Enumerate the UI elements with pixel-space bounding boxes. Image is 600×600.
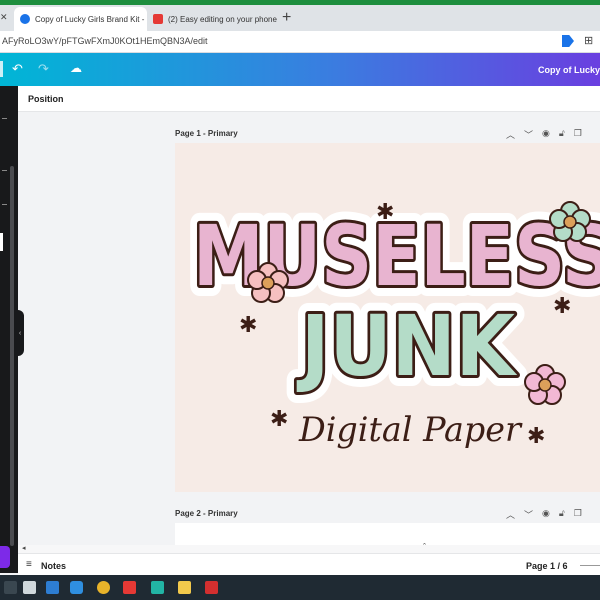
eye-icon[interactable]: ◉ — [542, 128, 550, 141]
store-icon[interactable] — [46, 581, 59, 594]
cloud-saved-icon[interactable]: ☁ — [70, 61, 82, 75]
editor-panel-header: Position — [18, 86, 600, 112]
address-bar[interactable]: AFyRoLO3wY/pFTGwFXmJ0KOt1HEmQBN3A/edit ⊞ — [0, 31, 600, 53]
canva-top-bar: ↶ ↷ ☁ Copy of Lucky — [0, 53, 600, 86]
app-icon[interactable] — [151, 581, 164, 594]
panel-title: Position — [28, 94, 64, 104]
lock-icon[interactable]: 🔓︎ — [559, 508, 565, 521]
file-explorer-icon[interactable] — [178, 581, 191, 594]
sidebar-selected-indicator — [0, 233, 3, 251]
star-icon: ✱ — [553, 294, 571, 319]
chrome-favicon-icon — [20, 14, 30, 24]
extension-tag-icon[interactable] — [562, 35, 574, 47]
star-icon: ✱ — [527, 424, 545, 449]
close-tab-icon[interactable]: ✕ — [277, 14, 280, 25]
youtube-favicon-icon — [153, 14, 163, 24]
tab-title: Copy of Lucky Girls Brand Kit - 2 — [35, 14, 147, 24]
sidebar-mark — [2, 118, 7, 119]
new-tab-icon[interactable]: + — [282, 9, 291, 27]
move-up-icon[interactable]: ︿ — [506, 508, 515, 521]
url-text[interactable]: AFyRoLO3wY/pFTGwFXmJ0KOt1HEmQBN3A/edit — [2, 36, 208, 46]
design-artwork[interactable]: MUSELESS MUSELESS MUSELESS JUNK JUNK JUN… — [175, 143, 600, 492]
move-up-icon[interactable]: ︿ — [506, 128, 515, 141]
chevron-up-icon[interactable]: ˆ — [423, 542, 426, 552]
redo-icon[interactable]: ↷ — [38, 61, 49, 77]
windows-taskbar — [0, 575, 600, 600]
chrome-icon[interactable] — [97, 581, 110, 594]
close-tab-icon[interactable]: ✕ — [0, 12, 8, 23]
title-line-2: JUNK JUNK JUNK — [285, 286, 528, 406]
star-icon: ✱ — [270, 407, 288, 432]
flower-pink-icon — [524, 364, 566, 405]
star-icon: ✱ — [239, 313, 257, 338]
undo-icon[interactable]: ↶ — [12, 61, 23, 77]
title-fill: JUNK — [296, 297, 517, 395]
zoom-slider[interactable] — [580, 565, 600, 566]
document-title[interactable]: Copy of Lucky — [538, 65, 600, 75]
collapse-panel-handle[interactable]: ‹ — [16, 310, 24, 356]
copy-icon[interactable]: ❐ — [574, 508, 582, 521]
notes-button[interactable]: Notes — [41, 561, 66, 571]
sidebar-mark — [2, 204, 7, 205]
extension-puzzle-icon[interactable]: ⊞ — [584, 34, 593, 47]
page-indicator[interactable]: Page 1 / 6 — [526, 561, 568, 571]
copy-icon[interactable]: ❐ — [574, 128, 582, 141]
chevron-down-icon[interactable]: ﹀ — [524, 508, 533, 521]
scroll-left-icon[interactable]: ◂ — [22, 544, 26, 552]
menu-handle[interactable] — [0, 61, 3, 77]
tab-youtube[interactable]: (2) Easy editing on your phone ✕ — [147, 7, 280, 31]
edge-icon[interactable] — [70, 581, 83, 594]
notes-icon[interactable]: ≡ — [26, 559, 32, 570]
tabstrip-accent — [0, 0, 600, 5]
eye-icon[interactable]: ◉ — [542, 508, 550, 521]
chevron-down-icon[interactable]: ﹀ — [524, 128, 533, 141]
subtitle-text: Digital Paper — [298, 410, 523, 450]
editor-footer: ≡ Notes Page 1 / 6 — [18, 553, 600, 575]
sidebar-scrollbar[interactable] — [10, 166, 14, 546]
page-2-controls: ︿ ﹀ ◉ 🔓︎ ❐ — [506, 508, 582, 521]
lock-icon[interactable]: 🔓︎ — [559, 128, 565, 141]
sidebar-mark — [2, 170, 7, 171]
browser-tab-strip: ✕ Copy of Lucky Girls Brand Kit - 2 ✕ (2… — [0, 0, 600, 31]
youtube-icon[interactable] — [123, 581, 136, 594]
tab-title: (2) Easy editing on your phone — [168, 14, 277, 24]
star-icon: ✱ — [376, 200, 394, 225]
page-1-canvas[interactable]: MUSELESS MUSELESS MUSELESS JUNK JUNK JUN… — [175, 143, 600, 492]
horizontal-scrollbar[interactable]: ◂ ˆ — [18, 542, 600, 553]
pdf-icon[interactable] — [205, 581, 218, 594]
taskview-icon[interactable] — [4, 581, 17, 594]
tab-canva[interactable]: Copy of Lucky Girls Brand Kit - 2 ✕ — [14, 7, 147, 31]
sidebar-purple-button[interactable] — [0, 546, 10, 568]
page-1-controls: ︿ ﹀ ◉ 🔓︎ ❐ — [506, 128, 582, 141]
app-icon[interactable] — [23, 581, 36, 594]
